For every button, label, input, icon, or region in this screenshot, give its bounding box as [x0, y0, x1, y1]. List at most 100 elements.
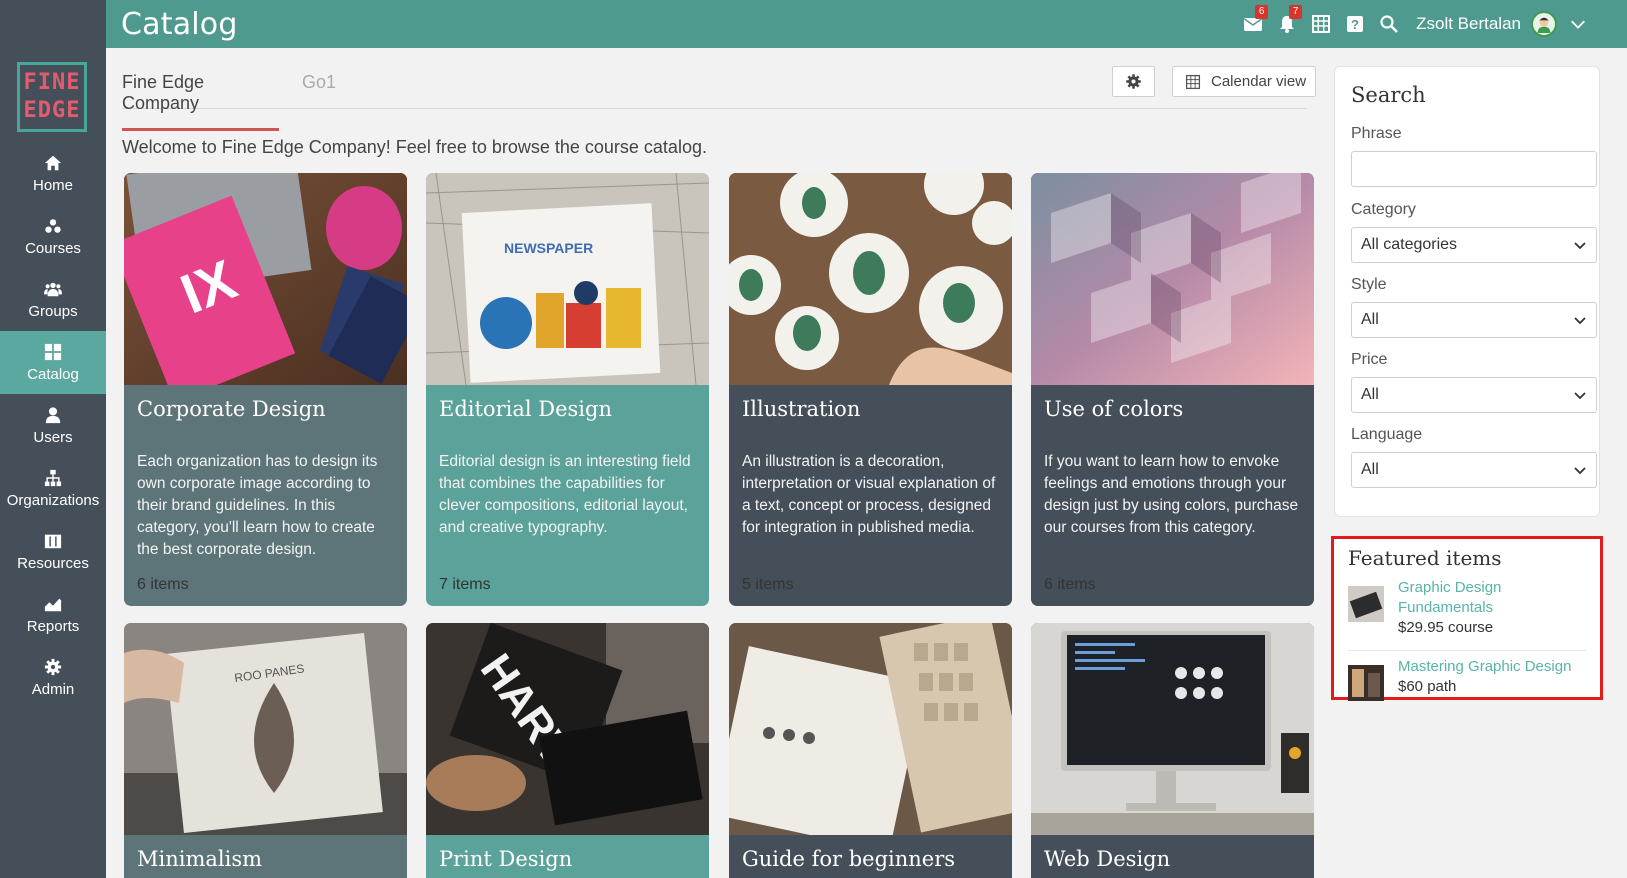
tab-go1[interactable]: Go1	[302, 72, 336, 93]
phrase-input[interactable]	[1351, 151, 1597, 187]
resources-icon	[44, 534, 62, 548]
style-select-value: All	[1361, 311, 1379, 328]
sidebar-item-label: Home	[32, 176, 73, 194]
card-image: IX	[124, 173, 407, 385]
help-button[interactable]: ?	[1338, 0, 1372, 48]
chevron-down-icon	[1574, 392, 1586, 400]
top-bar: Catalog 6 7 ? Zsolt Bertalan	[106, 0, 1627, 48]
sidebar-item-label: Resources	[17, 554, 89, 572]
price-select-value: All	[1361, 386, 1379, 403]
sidebar-item-home[interactable]: Home	[0, 142, 106, 205]
card-use-of-colors[interactable]: Use of colors If you want to learn how t…	[1031, 173, 1314, 606]
card-image	[1031, 173, 1314, 385]
language-select-value: All	[1361, 461, 1379, 478]
top-icons: 6 7 ? Zsolt Bertalan	[1236, 0, 1587, 48]
messages-badge: 6	[1255, 5, 1269, 19]
style-label: Style	[1351, 276, 1387, 293]
sidebar-item-label: Courses	[25, 239, 81, 257]
settings-button[interactable]	[1112, 66, 1155, 97]
welcome-text: Welcome to Fine Edge Company! Feel free …	[122, 137, 707, 157]
messages-button[interactable]: 6	[1236, 0, 1270, 48]
logo[interactable]: FINE EDGE	[17, 62, 87, 132]
featured-item-link[interactable]: Graphic Design Fundamentals	[1398, 578, 1586, 618]
avatar-icon	[1537, 17, 1551, 33]
sidebar-item-courses[interactable]: Courses	[0, 205, 106, 268]
card-image	[729, 623, 1012, 835]
chevron-down-icon	[1574, 467, 1586, 475]
sidebar-item-reports[interactable]: Reports	[0, 583, 106, 646]
phrase-label: Phrase	[1351, 125, 1402, 142]
card-description: Editorial design is an interesting field…	[439, 453, 691, 536]
calendar-icon	[1185, 74, 1201, 89]
calendar-view-label: Calendar view	[1211, 73, 1307, 90]
featured-item-price: $60 path	[1398, 678, 1457, 695]
calendar-button[interactable]	[1304, 0, 1338, 48]
image-text: NEWSPAPER	[504, 240, 593, 256]
chevron-down-icon[interactable]	[1569, 15, 1587, 33]
card-guide-for-beginners[interactable]: Guide for beginners	[729, 623, 1012, 878]
language-label: Language	[1351, 426, 1423, 443]
search-title: Search	[1351, 83, 1426, 107]
sidebar-item-resources[interactable]: Resources	[0, 520, 106, 583]
card-image: HARVE	[426, 623, 709, 835]
logo-text-top: FINE	[23, 70, 81, 95]
card-title: Minimalism	[137, 847, 263, 871]
groups-icon	[44, 282, 62, 296]
sidebar-item-admin[interactable]: Admin	[0, 646, 106, 709]
notifications-button[interactable]: 7	[1270, 0, 1304, 48]
sidebar-item-label: Catalog	[27, 365, 79, 383]
card-web-design[interactable]: Web Design	[1031, 623, 1314, 878]
chevron-down-icon	[1574, 242, 1586, 250]
tab-fine-edge-company[interactable]: Fine Edge Company	[122, 72, 279, 131]
home-icon	[44, 155, 62, 170]
sidebar-item-users[interactable]: Users	[0, 394, 106, 457]
card-minimalism[interactable]: ROO PANES Minimalism	[124, 623, 407, 878]
card-title: Corporate Design	[137, 397, 326, 421]
card-title: Illustration	[742, 397, 861, 421]
search-icon	[1380, 15, 1399, 33]
category-select[interactable]: All categories	[1351, 227, 1597, 263]
card-body: Minimalism	[124, 835, 407, 878]
gear-icon	[44, 658, 62, 675]
search-panel: Search Phrase Category All categories St…	[1334, 66, 1600, 517]
card-body: Corporate Design Each organization has t…	[124, 385, 407, 573]
style-select[interactable]: All	[1351, 302, 1597, 338]
chevron-down-icon	[1574, 317, 1586, 325]
calendar-view-button[interactable]: Calendar view	[1172, 66, 1316, 97]
sidebar-item-label: Users	[33, 428, 73, 446]
card-body: Web Design	[1031, 835, 1314, 878]
help-icon: ?	[1347, 16, 1364, 32]
card-image	[729, 173, 1012, 385]
card-body: Editorial Design Editorial design is an …	[426, 385, 709, 551]
card-description: Each organization has to design its own …	[137, 453, 378, 558]
org-icon	[44, 469, 62, 486]
card-corporate-design[interactable]: IX Corporate Design Each organization ha…	[124, 173, 407, 606]
price-select[interactable]: All	[1351, 377, 1597, 413]
featured-item[interactable]: Graphic Design Fundamentals $29.95 cours…	[1348, 578, 1586, 644]
user-name[interactable]: Zsolt Bertalan	[1416, 14, 1521, 34]
catalog-icon	[44, 343, 62, 360]
featured-item[interactable]: Mastering Graphic Design $60 path	[1348, 650, 1586, 707]
page-title: Catalog	[121, 7, 238, 42]
featured-items: Featured items Graphic Design Fundamenta…	[1331, 536, 1603, 701]
card-print-design[interactable]: HARVE Print Design	[426, 623, 709, 878]
sidebar-item-catalog[interactable]: Catalog	[0, 331, 106, 394]
card-title: Editorial Design	[439, 397, 612, 421]
sidebar-item-groups[interactable]: Groups	[0, 268, 106, 331]
card-title: Guide for beginners	[742, 847, 956, 871]
search-button[interactable]	[1372, 0, 1406, 48]
card-item-count: 7 items	[439, 576, 491, 593]
featured-item-link[interactable]: Mastering Graphic Design	[1398, 657, 1571, 677]
nav: Home Courses Groups Catalog Users Organi…	[0, 142, 106, 709]
card-title: Use of colors	[1044, 397, 1184, 421]
card-illustration[interactable]: Illustration An illustration is a decora…	[729, 173, 1012, 606]
language-select[interactable]: All	[1351, 452, 1597, 488]
card-body: Use of colors If you want to learn how t…	[1031, 385, 1314, 551]
card-editorial-design[interactable]: NEWSPAPER Editorial Design Editorial des…	[426, 173, 709, 606]
avatar[interactable]	[1531, 11, 1557, 37]
card-description: If you want to learn how to envoke feeli…	[1044, 453, 1299, 536]
card-item-count: 6 items	[1044, 576, 1096, 593]
sidebar-item-organizations[interactable]: Organizations	[0, 457, 106, 520]
courses-icon	[45, 218, 61, 233]
card-body: Illustration An illustration is a decora…	[729, 385, 1012, 551]
